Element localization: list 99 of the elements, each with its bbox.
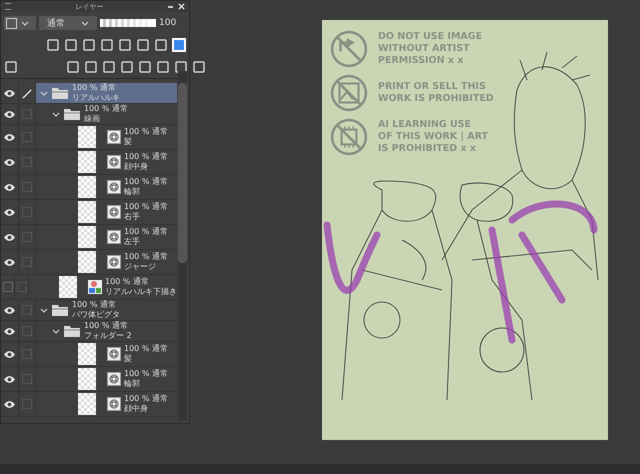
layer-blend-mode: 100 % 通常 bbox=[84, 321, 129, 331]
folder-icon bbox=[63, 324, 81, 338]
minimize-icon[interactable] bbox=[168, 6, 173, 8]
vector-layer-icon bbox=[107, 347, 121, 361]
layer-name: ジャージ bbox=[124, 262, 157, 272]
layer-name: 輪郭 bbox=[124, 379, 141, 389]
layer-row[interactable]: 100 % 通常 輪郭 bbox=[1, 175, 177, 200]
vector-layer-icon bbox=[107, 205, 121, 219]
layer-thumbnail bbox=[78, 201, 96, 223]
layer-blend-mode: 100 % 通常 bbox=[124, 227, 168, 237]
close-icon[interactable] bbox=[178, 3, 185, 10]
vector-layer-icon bbox=[107, 180, 121, 194]
layer-row[interactable]: 100 % 通常 輪郭 bbox=[1, 367, 177, 392]
caret-icon bbox=[21, 20, 29, 26]
layer-name: リアルハルキ bbox=[72, 93, 120, 103]
lock-checkbox[interactable] bbox=[19, 392, 36, 416]
layer-thumbnail bbox=[78, 251, 96, 273]
layer-thumbnail bbox=[78, 226, 96, 248]
prohibited-sign-icon bbox=[330, 74, 368, 112]
raster-layer-icon bbox=[88, 280, 102, 294]
layer-row[interactable]: 100 % 通常 顔中身 bbox=[1, 150, 177, 175]
layer-row[interactable]: 100 % 通常 線画 bbox=[1, 104, 177, 125]
layer-blend-mode: 100 % 通常 bbox=[124, 177, 168, 187]
vector-layer-icon bbox=[107, 255, 121, 269]
vector-layer-icon bbox=[107, 372, 121, 386]
lock-checkbox[interactable] bbox=[19, 342, 36, 366]
notice-text: PRINT OR SELL THIS WORK IS PROHIBITED bbox=[378, 81, 494, 105]
layer-blend-mode: 100 % 通常 bbox=[72, 83, 117, 93]
expand-chevron-icon[interactable] bbox=[40, 308, 48, 312]
opacity-value: 100 bbox=[159, 18, 176, 28]
notice-text: DO NOT USE IMAGE WITHOUT ARTIST PERMISSION x x bbox=[378, 31, 482, 67]
vector-layer-icon bbox=[107, 130, 121, 144]
layer-row[interactable]: 100 % 通常 左手 bbox=[1, 225, 177, 250]
layer-blend-mode: 100 % 通常 bbox=[105, 277, 150, 287]
layer-thumbnail bbox=[59, 276, 77, 298]
layer-blend-mode: 100 % 通常 bbox=[124, 394, 168, 404]
expand-chevron-icon[interactable] bbox=[40, 90, 48, 96]
layer-name: フォルダー 2 bbox=[84, 331, 132, 341]
lock-checkbox[interactable] bbox=[19, 104, 36, 124]
layer-name: 顔中身 bbox=[124, 404, 149, 414]
vector-layer-icon bbox=[107, 397, 121, 411]
lock-checkbox[interactable] bbox=[19, 367, 36, 391]
caret-icon bbox=[81, 20, 89, 26]
lock-checkbox[interactable] bbox=[19, 321, 36, 341]
lock-checkbox[interactable] bbox=[19, 150, 36, 174]
layer-blend-mode: 100 % 通常 bbox=[124, 152, 168, 162]
layer-thumbnail bbox=[78, 393, 96, 415]
lock-checkbox[interactable] bbox=[19, 250, 36, 274]
layer-name: 顔中身 bbox=[124, 162, 149, 172]
layer-name: 髪 bbox=[124, 137, 133, 147]
layer-name: 線画 bbox=[84, 114, 101, 124]
layer-name: 髪 bbox=[124, 354, 133, 364]
layer-thumbnail bbox=[78, 343, 96, 365]
layer-blend-mode: 100 % 通常 bbox=[124, 252, 168, 262]
layer-thumbnail bbox=[78, 151, 96, 173]
layer-blend-mode: 100 % 通常 bbox=[72, 300, 117, 310]
folder-icon bbox=[51, 303, 69, 317]
layer-row[interactable]: 100 % 通常 右手 bbox=[1, 200, 177, 225]
layer-thumbnail bbox=[78, 368, 96, 390]
lock-checkbox[interactable] bbox=[19, 300, 36, 320]
layer-row[interactable]: 100 % 通常 髪 bbox=[1, 342, 177, 367]
scrollbar[interactable] bbox=[178, 71, 187, 421]
lock-checkbox[interactable] bbox=[19, 225, 36, 249]
layer-name: パワ体ピグタ bbox=[72, 310, 120, 320]
lock-checkbox[interactable] bbox=[15, 275, 29, 299]
expand-chevron-icon[interactable] bbox=[52, 112, 60, 116]
lock-checkbox[interactable] bbox=[19, 125, 36, 149]
layer-name: リアルハルキ下描き bbox=[105, 287, 177, 297]
layer-blend-mode: 100 % 通常 bbox=[124, 344, 168, 354]
lock-checkbox[interactable] bbox=[19, 200, 36, 224]
folder-icon bbox=[63, 107, 81, 121]
notice-text: AI LEARNING USE OF THIS WORK | ART IS PROHIBITED x x bbox=[378, 119, 488, 155]
layer-blend-mode: 100 % 通常 bbox=[124, 202, 168, 212]
opacity-slider[interactable] bbox=[100, 19, 156, 27]
layer-row[interactable]: 100 % 通常 髪 bbox=[1, 125, 177, 150]
prohibited-sign-icon bbox=[330, 118, 368, 156]
layer-row[interactable]: 100 % 通常 顔中身 bbox=[1, 392, 177, 417]
vector-layer-icon bbox=[107, 230, 121, 244]
layer-row[interactable]: 100 % 通常 パワ体ピグタ bbox=[1, 300, 177, 321]
layer-blend-mode: 100 % 通常 bbox=[124, 127, 168, 137]
layer-name: 右手 bbox=[124, 212, 141, 222]
layer-row[interactable]: 100 % 通常 ジャージ bbox=[1, 250, 177, 275]
layer-row[interactable]: 100 % 通常 リアルハルキ下描き bbox=[1, 275, 177, 300]
lock-checkbox[interactable] bbox=[19, 175, 36, 199]
layer-row[interactable]: 100 % 通常 フォルダー 2 bbox=[1, 321, 177, 342]
expand-chevron-icon[interactable] bbox=[52, 328, 60, 334]
prohibited-sign-icon bbox=[330, 30, 368, 68]
color-dropdown[interactable] bbox=[4, 16, 36, 30]
layer-thumbnail bbox=[78, 176, 96, 198]
layer-name: 輪郭 bbox=[124, 187, 141, 197]
layer-blend-mode: 100 % 通常 bbox=[84, 104, 128, 114]
menu-icon[interactable] bbox=[5, 3, 11, 10]
layer-name: 左手 bbox=[124, 237, 141, 247]
vector-layer-icon bbox=[107, 155, 121, 169]
layer-thumbnail bbox=[78, 126, 96, 148]
blend-mode-dropdown[interactable]: 通常 bbox=[39, 16, 97, 30]
layer-color-swatch[interactable] bbox=[172, 38, 186, 52]
folder-icon bbox=[51, 86, 69, 100]
layer-blend-mode: 100 % 通常 bbox=[124, 369, 168, 379]
